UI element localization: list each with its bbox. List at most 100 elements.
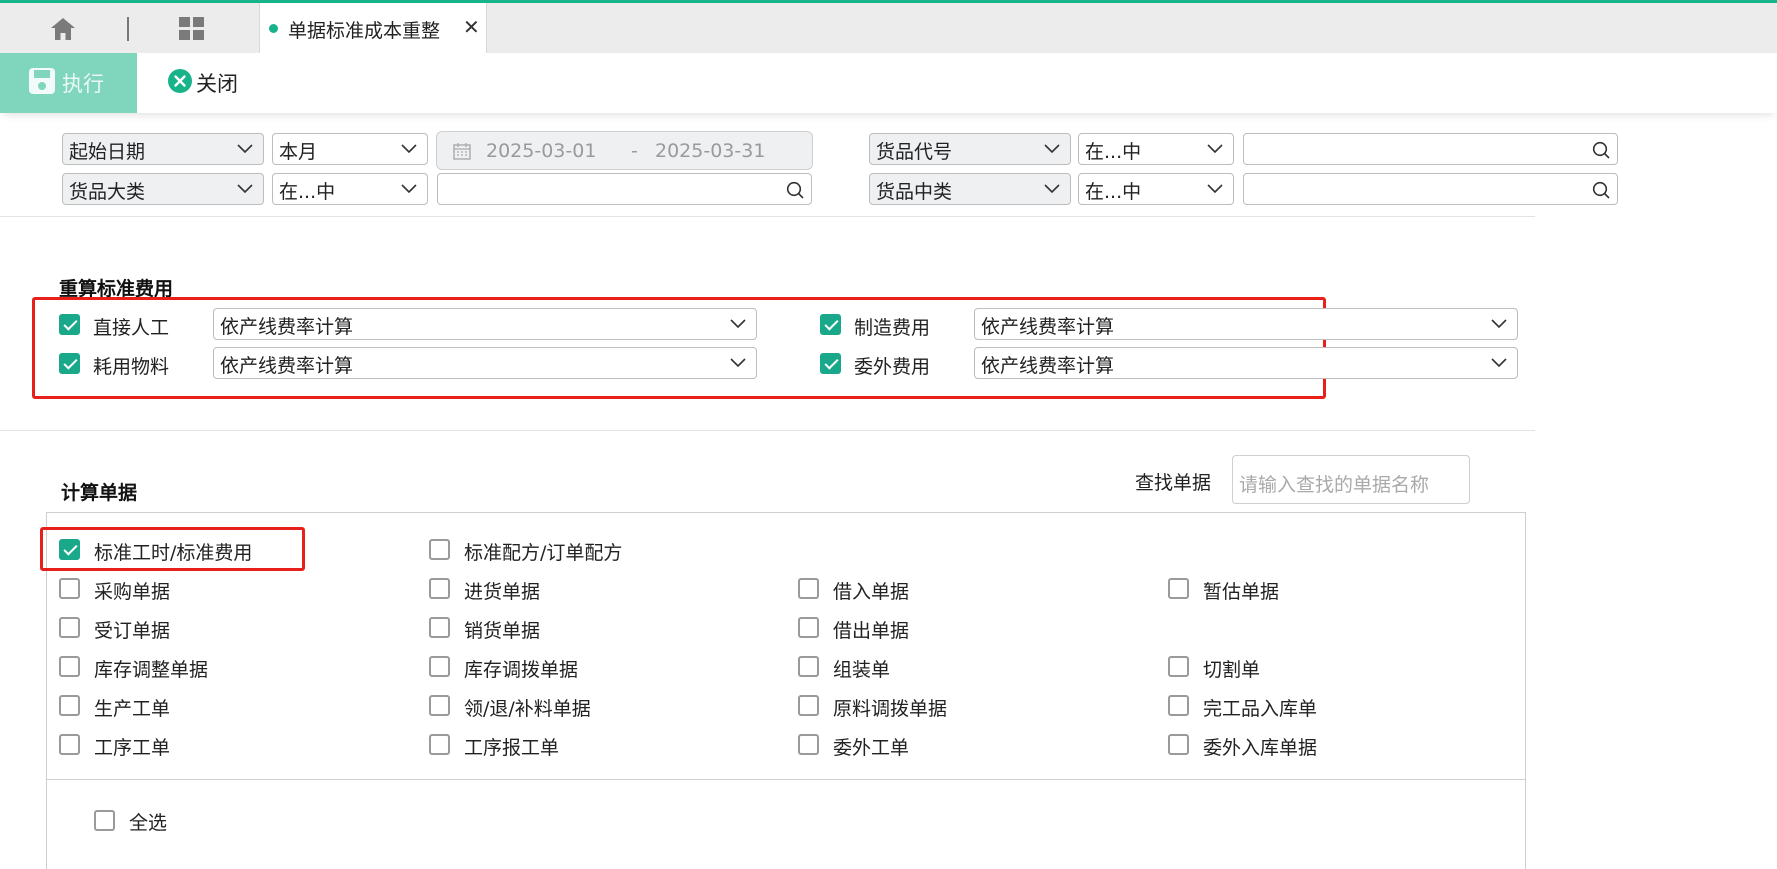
doc-label: 标准工时/标准费用 <box>94 542 253 564</box>
tab-bar: 单据标准成本重整 ✕ <box>0 0 1777 56</box>
checkbox-inventory-adjust-docs[interactable] <box>59 656 80 677</box>
doc-label: 进货单据 <box>464 581 541 603</box>
date-to: 2025-03-31 <box>655 140 766 162</box>
close-circle-icon <box>168 69 192 97</box>
doc-label: 工序报工单 <box>464 737 560 759</box>
filter-field-select-3[interactable]: 货品大类 <box>62 173 264 205</box>
checkbox-material-issue-docs[interactable] <box>429 695 450 716</box>
checkbox-select-all[interactable] <box>94 810 115 831</box>
filter-field-select-4[interactable]: 货品中类 <box>869 173 1071 205</box>
checkbox-outsourcing-receipt-docs[interactable] <box>1168 734 1189 755</box>
close-button[interactable]: 关闭 <box>168 53 238 113</box>
checkbox-standard-recipe[interactable] <box>429 539 450 560</box>
doc-label: 暂估单据 <box>1203 581 1280 603</box>
chevron-down-icon <box>401 144 417 154</box>
tab-label: 单据标准成本重整 <box>288 20 441 42</box>
checkbox-standard-hours-costs[interactable] <box>59 539 80 560</box>
doc-label: 库存调拨单据 <box>464 659 579 681</box>
filter-field-4-value: 货品中类 <box>876 181 953 203</box>
tab-standard-cost-reset[interactable]: 单据标准成本重整 ✕ <box>259 3 487 56</box>
doc-label: 库存调整单据 <box>94 659 209 681</box>
checkbox-lend-out-docs[interactable] <box>798 617 819 638</box>
date-separator: - <box>631 140 638 162</box>
filter-op-4-value: 在...中 <box>1085 181 1142 203</box>
checkbox-process-order[interactable] <box>59 734 80 755</box>
filter-op-select-4[interactable]: 在...中 <box>1078 173 1234 205</box>
checkbox-process-report[interactable] <box>429 734 450 755</box>
checkbox-inventory-transfer-docs[interactable] <box>429 656 450 677</box>
calendar-icon <box>453 143 471 160</box>
divider <box>46 779 1526 780</box>
find-document-input[interactable] <box>1232 455 1470 504</box>
tab-active-dot <box>269 24 278 33</box>
filter-field-1-value: 起始日期 <box>69 141 146 163</box>
search-icon[interactable] <box>1592 141 1610 159</box>
checkbox-material-transfer-docs[interactable] <box>798 695 819 716</box>
checkbox-production-order[interactable] <box>59 695 80 716</box>
checkbox-outsourcing-order[interactable] <box>798 734 819 755</box>
filter-field-select-2[interactable]: 货品代号 <box>869 133 1071 165</box>
chevron-down-icon <box>1044 144 1060 154</box>
doc-label: 领/退/补料单据 <box>464 698 591 720</box>
checkbox-outsourcing-cost[interactable] <box>820 353 841 374</box>
outsourcing-cost-method-select[interactable]: 依产线费率计算 <box>974 347 1518 379</box>
chevron-down-icon <box>237 184 253 194</box>
consumables-label: 耗用物料 <box>93 356 170 378</box>
grid-apps-icon[interactable] <box>172 11 212 47</box>
filter-op-2-value: 在...中 <box>1085 141 1142 163</box>
save-icon <box>28 67 56 99</box>
execute-button[interactable]: 执行 <box>0 53 137 113</box>
filter-value-input-1[interactable] <box>437 173 812 205</box>
filter-op-select-3[interactable]: 在...中 <box>272 173 428 205</box>
checkbox-provisional-docs[interactable] <box>1168 578 1189 599</box>
checkbox-consumables[interactable] <box>59 353 80 374</box>
filter-value-input-4[interactable] <box>1243 173 1618 205</box>
doc-label: 标准配方/订单配方 <box>464 542 623 564</box>
date-from: 2025-03-01 <box>486 140 597 162</box>
manufacturing-cost-label: 制造费用 <box>854 317 931 339</box>
date-range-input[interactable]: 2025-03-01 - 2025-03-31 <box>436 131 813 170</box>
home-icon[interactable] <box>43 11 83 47</box>
checkbox-assembly-order[interactable] <box>798 656 819 677</box>
checkbox-manufacturing-cost[interactable] <box>820 314 841 335</box>
checkbox-sales-order-docs[interactable] <box>59 617 80 638</box>
checkbox-cutting-order[interactable] <box>1168 656 1189 677</box>
divider <box>0 216 1535 217</box>
filter-value-input-2[interactable] <box>1243 133 1618 165</box>
doc-label: 完工品入库单 <box>1203 698 1318 720</box>
chevron-down-icon <box>730 358 746 368</box>
doc-label: 工序工单 <box>94 737 171 759</box>
manufacturing-cost-method-select[interactable]: 依产线费率计算 <box>974 308 1518 340</box>
chevron-down-icon <box>730 319 746 329</box>
chevron-down-icon <box>401 184 417 194</box>
checkbox-purchase-docs[interactable] <box>59 578 80 599</box>
toolbar: 执行 关闭 <box>0 53 1777 113</box>
search-icon[interactable] <box>786 181 804 199</box>
close-icon[interactable]: ✕ <box>463 15 480 39</box>
doc-label: 借出单据 <box>833 620 910 642</box>
direct-labor-method-value: 依产线费率计算 <box>220 316 354 338</box>
chevron-down-icon <box>1207 184 1223 194</box>
close-label: 关闭 <box>196 72 238 96</box>
search-icon[interactable] <box>1592 181 1610 199</box>
filter-op-select-1[interactable]: 本月 <box>272 133 428 165</box>
checkbox-direct-labor[interactable] <box>59 314 80 335</box>
chevron-down-icon <box>1491 319 1507 329</box>
chevron-down-icon <box>1207 144 1223 154</box>
filter-op-1-value: 本月 <box>279 141 318 163</box>
checkbox-finished-goods-receipt[interactable] <box>1168 695 1189 716</box>
consumables-method-value: 依产线费率计算 <box>220 355 354 377</box>
checkbox-receiving-docs[interactable] <box>429 578 450 599</box>
checkbox-borrow-in-docs[interactable] <box>798 578 819 599</box>
select-all-label: 全选 <box>129 812 168 834</box>
doc-label: 组装单 <box>833 659 891 681</box>
chevron-down-icon <box>237 144 253 154</box>
checkbox-sales-docs[interactable] <box>429 617 450 638</box>
filter-op-select-2[interactable]: 在...中 <box>1078 133 1234 165</box>
direct-labor-method-select[interactable]: 依产线费率计算 <box>213 308 757 340</box>
consumables-method-select[interactable]: 依产线费率计算 <box>213 347 757 379</box>
filter-field-select-1[interactable]: 起始日期 <box>62 133 264 165</box>
docs-section-title: 计算单据 <box>61 482 138 504</box>
filter-field-3-value: 货品大类 <box>69 181 146 203</box>
doc-label: 委外入库单据 <box>1203 737 1318 759</box>
